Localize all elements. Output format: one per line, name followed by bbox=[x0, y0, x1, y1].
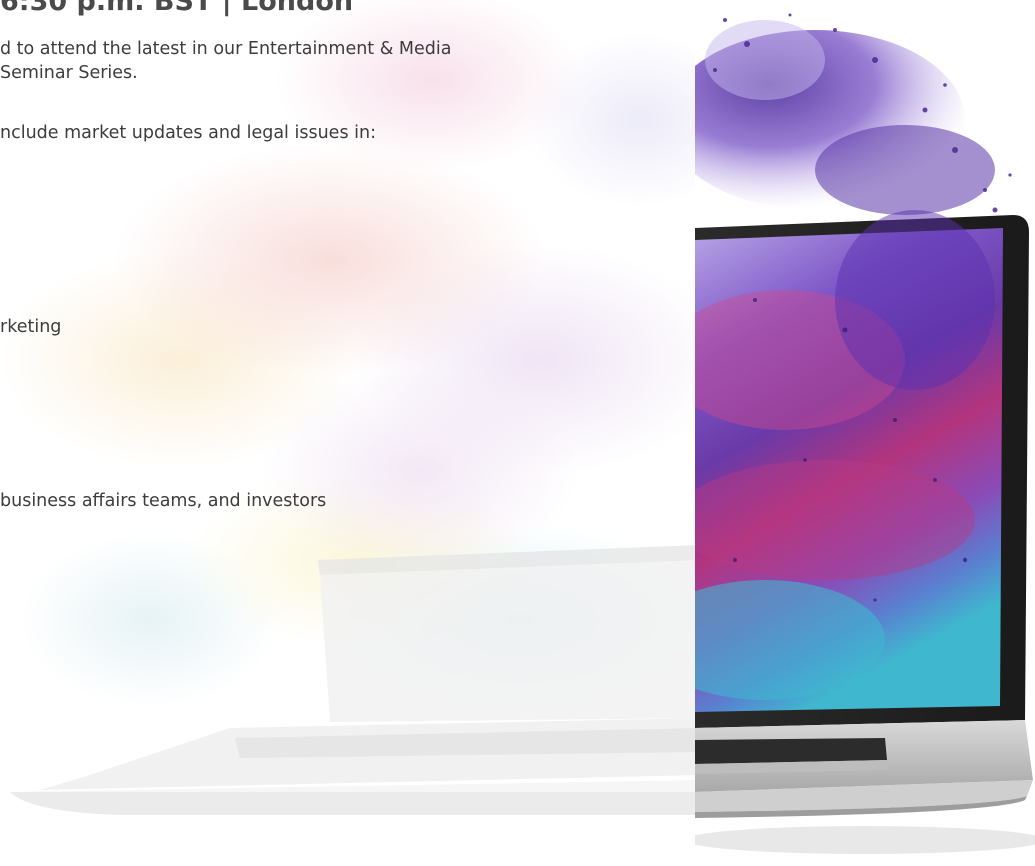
hero-photo bbox=[695, 0, 1035, 866]
email-page: 6:30 p.m. BST | London d to attend the l… bbox=[0, 0, 1035, 866]
topics-intro: nclude market updates and legal issues i… bbox=[0, 123, 376, 143]
event-time-heading: 6:30 p.m. BST | London bbox=[0, 0, 354, 17]
laptop-paint-explosion-image bbox=[695, 13, 1035, 854]
audience-text: business affairs teams, and investors bbox=[0, 491, 327, 511]
topic-item-marketing: rketing bbox=[0, 317, 62, 337]
intro-line-2: Seminar Series. bbox=[0, 63, 138, 83]
intro-line-1: d to attend the latest in our Entertainm… bbox=[0, 39, 452, 59]
